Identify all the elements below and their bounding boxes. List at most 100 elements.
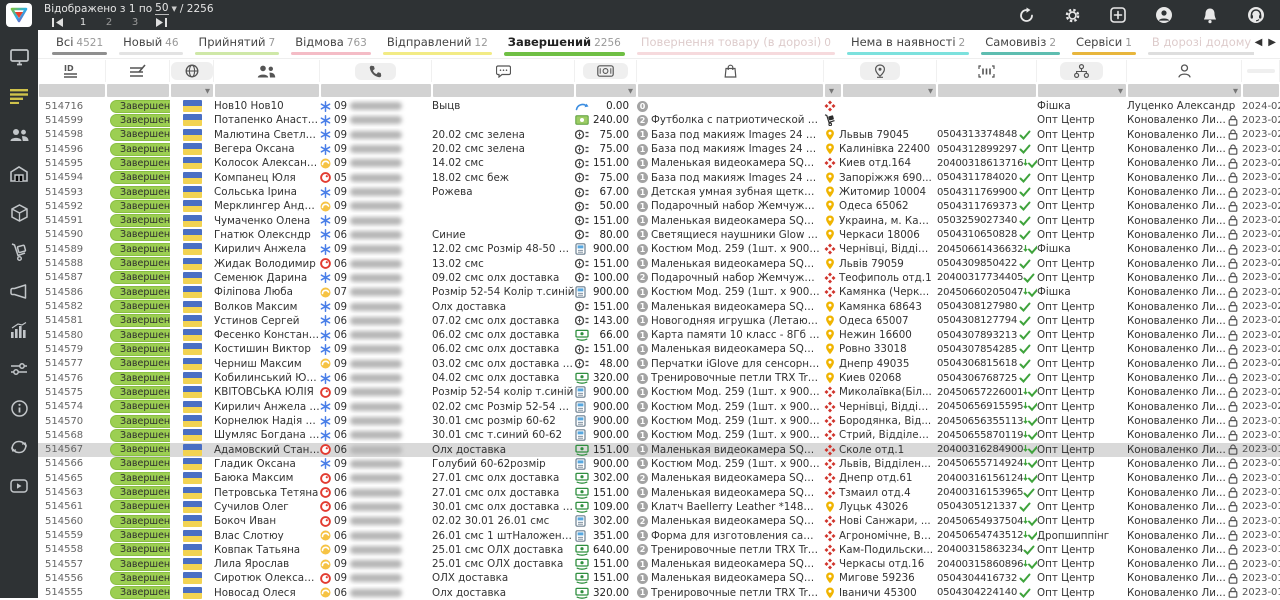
- bell-icon[interactable]: [1200, 5, 1220, 25]
- order-row-514563[interactable]: 514563ЗавершенийПетровська Тетяна0627.01…: [38, 485, 1280, 499]
- sidebar-item-products[interactable]: [8, 202, 30, 224]
- filter-mini-dropdown[interactable]: ▼: [825, 84, 841, 97]
- order-row-514577[interactable]: 514577ЗавершенийЧерниш Максим0903.02 смс…: [38, 357, 1280, 371]
- column-header-city[interactable]: [824, 60, 937, 82]
- gear-icon[interactable]: [1062, 5, 1082, 25]
- filter-input-date[interactable]: [1243, 84, 1279, 97]
- order-row-514595[interactable]: 514595ЗавершенийКолосок Александр0914.02…: [38, 156, 1280, 170]
- order-row-514596[interactable]: 514596ЗавершенийВегера Оксана0920.02 смс…: [38, 142, 1280, 156]
- app-logo[interactable]: [0, 0, 38, 30]
- sidebar-item-marketing[interactable]: [8, 280, 30, 302]
- order-row-514590[interactable]: 514590ЗавершенийГнатюк Олексндр06Синие80…: [38, 228, 1280, 242]
- filter-input-product[interactable]: [638, 84, 823, 97]
- filter-input-channel[interactable]: ▼: [1038, 84, 1126, 97]
- column-header-product[interactable]: [637, 60, 824, 82]
- order-row-514599[interactable]: 514599ЗавершенийПотапенко Анастас...0924…: [38, 113, 1280, 127]
- order-row-514581[interactable]: 514581ЗавершенийУстинов Сергей0607.02 см…: [38, 314, 1280, 328]
- column-header-payment[interactable]: [575, 60, 637, 82]
- order-row-514558[interactable]: 514558ЗавершенийКовпак Татьяна0925.01 см…: [38, 543, 1280, 557]
- order-row-514582[interactable]: 514582ЗавершенийВолков Максим09Олх доста…: [38, 299, 1280, 313]
- last-page-button[interactable]: [148, 16, 174, 28]
- sidebar-item-info[interactable]: [8, 397, 30, 419]
- tab-Відправлений[interactable]: Відправлений12: [377, 30, 498, 58]
- sidebar-item-partners[interactable]: [8, 436, 30, 458]
- tab-Відмова[interactable]: Відмова763: [285, 30, 377, 58]
- order-row-514561[interactable]: 514561ЗавершенийСучилов Олег0630.01 смс …: [38, 500, 1280, 514]
- column-header-channel[interactable]: [1037, 60, 1127, 82]
- column-header-comment[interactable]: [432, 60, 575, 82]
- people-icon: [257, 65, 276, 78]
- tab-Всі[interactable]: Всі4521: [46, 30, 113, 58]
- order-row-514557[interactable]: 514557ЗавершенийЛила Ярослав0925.01 смс …: [38, 557, 1280, 571]
- filter-input-manager[interactable]: ▼: [1128, 84, 1241, 97]
- order-row-514592[interactable]: 514592ЗавершенийМерклингер Андрей0950.00…: [38, 199, 1280, 213]
- sidebar-item-statistics[interactable]: [8, 319, 30, 341]
- column-header-manager[interactable]: [1127, 60, 1242, 82]
- filter-input-client[interactable]: [215, 84, 319, 97]
- order-row-514559[interactable]: 514559ЗавершенийВлас Слотюу0626.01 смс 1…: [38, 528, 1280, 542]
- sidebar-item-warehouse[interactable]: [8, 163, 30, 185]
- order-row-514594[interactable]: 514594ЗавершенийКомпанец Юля0518.02 смс …: [38, 171, 1280, 185]
- order-row-514574[interactable]: 514574ЗавершенийКирилич Анжела Ол...0902…: [38, 400, 1280, 414]
- order-row-514579[interactable]: 514579ЗавершенийКостишин Виктор0906.02 с…: [38, 342, 1280, 356]
- filter-input-ttn[interactable]: [938, 84, 1036, 97]
- page-number-3[interactable]: 3: [122, 17, 148, 28]
- order-row-514586[interactable]: 514586ЗавершенийФіліпова Люба07Розмір 52…: [38, 285, 1280, 299]
- order-row-514576[interactable]: 514576ЗавершенийКобилинський Юрий0604.02…: [38, 371, 1280, 385]
- filter-input-city[interactable]: ▼: [843, 84, 936, 97]
- page-number-2[interactable]: 2: [96, 17, 122, 28]
- filter-input-phone[interactable]: [321, 84, 431, 97]
- tab-Завершений[interactable]: Завершений2256: [498, 30, 631, 58]
- filter-input-payment[interactable]: ▼: [576, 84, 636, 97]
- page-size-dropdown[interactable]: 50: [155, 2, 168, 15]
- order-row-514580[interactable]: 514580ЗавершенийФесенко Константин0606.0…: [38, 328, 1280, 342]
- tab-Повернення товару (в дорозі)[interactable]: Повернення товару (в дорозі)0: [631, 30, 841, 58]
- tab-Нема в наявності[interactable]: Нема в наявності2: [841, 30, 975, 58]
- column-header-ttn[interactable]: [937, 60, 1037, 82]
- tab-Самовивіз[interactable]: Самовивіз2: [975, 30, 1066, 58]
- tab-Прийнятий[interactable]: Прийнятий7: [189, 30, 286, 58]
- refresh-icon[interactable]: [1016, 5, 1036, 25]
- order-row-514565[interactable]: 514565ЗавершенийБаюка Максим0627.01 смс …: [38, 471, 1280, 485]
- column-header-status[interactable]: [106, 60, 170, 82]
- order-row-514591[interactable]: 514591ЗавершенийЧумаченко Олена09151.001…: [38, 214, 1280, 228]
- headset-icon[interactable]: [1246, 5, 1266, 25]
- column-header-id[interactable]: ID: [38, 60, 106, 82]
- user-icon[interactable]: [1154, 5, 1174, 25]
- tab-Сервіси[interactable]: Сервіси1: [1066, 30, 1142, 58]
- order-row-514566[interactable]: 514566ЗавершенийГладик Оксана09Голубий 6…: [38, 457, 1280, 471]
- first-page-button[interactable]: [44, 16, 70, 28]
- filter-input-id[interactable]: [39, 84, 105, 97]
- column-header-client[interactable]: [214, 60, 320, 82]
- order-row-514575[interactable]: 514575ЗавершенийКВІТОВСЬКА ЮЛІЯ09Розмір …: [38, 385, 1280, 399]
- sidebar-item-procurement[interactable]: [8, 241, 30, 263]
- column-header-country[interactable]: [170, 60, 214, 82]
- order-row-514587[interactable]: 514587ЗавершенийСеменюк Дарина0909.02 см…: [38, 271, 1280, 285]
- tabs-scroll-left-icon[interactable]: ◀: [1255, 37, 1263, 48]
- sidebar-item-clients[interactable]: [8, 124, 30, 146]
- order-row-514556[interactable]: 514556ЗавершенийСиротюк Олександр09ОЛХ д…: [38, 571, 1280, 585]
- order-row-514598[interactable]: 514598ЗавершенийМалютина Светлана0920.02…: [38, 128, 1280, 142]
- order-row-514570[interactable]: 514570ЗавершенийКорнелюк Надія Та...0930…: [38, 414, 1280, 428]
- order-row-514589[interactable]: 514589ЗавершенийКирилич Анжела0912.02 см…: [38, 242, 1280, 256]
- filter-input-country[interactable]: ▼: [171, 84, 213, 97]
- add-order-icon[interactable]: [1108, 5, 1128, 25]
- column-header-phone[interactable]: [320, 60, 432, 82]
- order-row-514716[interactable]: 514716ЗавершенийНов10 Нов1009Выцв0.000Фі…: [38, 99, 1280, 113]
- column-header-date[interactable]: [1242, 60, 1280, 82]
- tab-Новый[interactable]: Новый46: [113, 30, 188, 58]
- sidebar-item-settings[interactable]: [8, 358, 30, 380]
- order-row-514567[interactable]: 514567ЗавершенийАдамовский Станис...06Ол…: [38, 443, 1280, 457]
- filter-input-comment[interactable]: [433, 84, 574, 97]
- page-number-1[interactable]: 1: [70, 17, 96, 28]
- sidebar-item-video[interactable]: [8, 475, 30, 497]
- order-row-514560[interactable]: 514560ЗавершенийБокоч Иван0902.02 30.01 …: [38, 514, 1280, 528]
- order-row-514588[interactable]: 514588ЗавершенийЖидак Володимир0613.02 с…: [38, 256, 1280, 270]
- sidebar-item-orders[interactable]: [8, 85, 30, 107]
- sidebar-item-dashboard[interactable]: [8, 46, 30, 68]
- tab-В дорозі додому[interactable]: В дорозі додому0: [1142, 30, 1254, 58]
- order-row-514568[interactable]: 514568ЗавершенийШумляс Богдана Ан...0630…: [38, 428, 1280, 442]
- order-row-514593[interactable]: 514593ЗавершенийСольська Ірина09Рожева67…: [38, 185, 1280, 199]
- tabs-scroll-right-icon[interactable]: ▶: [1268, 37, 1276, 48]
- filter-input-status[interactable]: [107, 84, 169, 97]
